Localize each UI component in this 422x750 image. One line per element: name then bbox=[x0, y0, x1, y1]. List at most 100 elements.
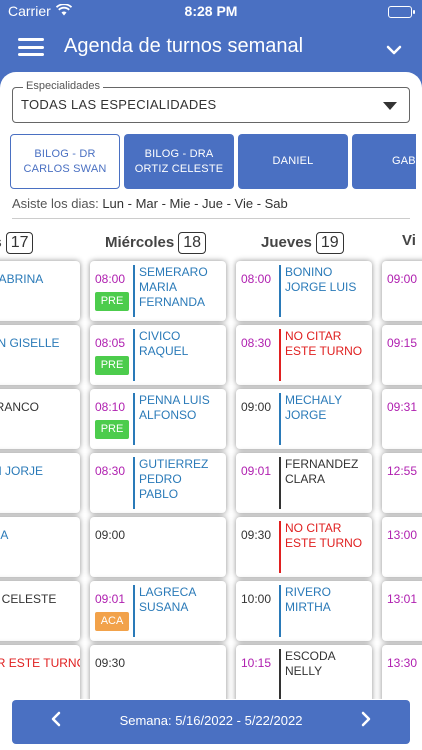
patient-name: NISI LEILA bbox=[0, 528, 9, 542]
appointment-slot[interactable]: 08:00 SEMERARO MARIA FERNANDA PRE bbox=[90, 261, 226, 321]
dropdown-arrow-icon bbox=[383, 102, 397, 110]
navigation-bar: Agenda de turnos semanal bbox=[0, 24, 422, 72]
day-header: Vi bbox=[402, 232, 416, 249]
appointment-slot[interactable]: 09:30 NO CITAR ESTE TURNO bbox=[236, 517, 372, 577]
slot-time: 09:00 bbox=[95, 528, 126, 542]
day-number-badge: 18 bbox=[178, 232, 206, 254]
slot-time: 09:01 bbox=[95, 592, 126, 606]
day-header: Jueves 19 bbox=[261, 232, 344, 254]
patient-name: CIVICO RAQUEL bbox=[139, 329, 189, 358]
appointment-slot[interactable]: SULLIVAN GISELLE bbox=[0, 325, 80, 385]
slot-divider bbox=[279, 649, 281, 699]
slot-divider bbox=[279, 393, 281, 445]
doctor-tabs: BILOG - DR CARLOS SWAN BILOG - DRA ORTIZ… bbox=[10, 134, 416, 190]
slot-divider bbox=[133, 265, 135, 317]
slot-time: 09:15 bbox=[387, 336, 418, 350]
patient-name: RIVERO MIRTHA bbox=[285, 585, 332, 614]
patient-name: LAGRECA SUSANA bbox=[139, 585, 196, 614]
appointment-slot[interactable]: 10:15 ESCODA NELLY bbox=[236, 645, 372, 699]
appointment-slot[interactable]: HANZER CELESTE bbox=[0, 581, 80, 641]
doctor-tab-carlos-swan[interactable]: BILOG - DR CARLOS SWAN bbox=[10, 134, 120, 189]
patient-name: ESCODA NELLY bbox=[285, 649, 336, 678]
slot-time: 13:01 bbox=[387, 592, 418, 606]
doctor-tab-label: DANIEL bbox=[272, 155, 314, 167]
appointment-slot[interactable]: RIZZO FRANCO bbox=[0, 389, 80, 449]
slot-time: 09:30 bbox=[95, 656, 126, 670]
appointment-slot[interactable]: 13:00 bbox=[382, 517, 422, 577]
appointment-slot[interactable]: 08:10 PENNA LUIS ALFONSO PRE bbox=[90, 389, 226, 449]
patient-name: HANZER CELESTE bbox=[0, 592, 57, 606]
doctor-tab-label: GAB bbox=[392, 155, 416, 167]
doctor-tab-gab[interactable]: GAB bbox=[352, 134, 416, 189]
slot-divider bbox=[279, 585, 281, 637]
appointment-slot[interactable]: 09:00 MECHALY JORGE bbox=[236, 389, 372, 449]
appointment-slot[interactable]: 09:15 bbox=[382, 325, 422, 385]
slot-time: 08:00 bbox=[241, 272, 272, 286]
slot-time: 09:00 bbox=[241, 400, 272, 414]
patient-name: NO CITAR ESTE TURNO bbox=[285, 329, 363, 358]
patient-name: GUTIERREZ PEDRO PABLO bbox=[139, 457, 209, 501]
slot-divider bbox=[279, 265, 281, 317]
slot-time: 09:00 bbox=[387, 272, 418, 286]
patient-name: FERNANDEZ CLARA bbox=[285, 457, 359, 486]
status-badge: PRE bbox=[95, 292, 129, 311]
status-badge: ACA bbox=[95, 612, 129, 631]
patient-name: MECHALY JORGE bbox=[285, 393, 342, 422]
clock: 8:28 PM bbox=[184, 3, 238, 19]
appointment-slot[interactable]: 08:30 NO CITAR ESTE TURNO bbox=[236, 325, 372, 385]
chevron-down-icon[interactable] bbox=[386, 39, 402, 60]
appointment-slot[interactable]: 09:30 bbox=[90, 645, 226, 699]
slot-time: 08:10 bbox=[95, 400, 126, 414]
appointment-slot[interactable]: 12:55 bbox=[382, 453, 422, 513]
slot-time: 10:15 bbox=[241, 656, 272, 670]
page-title: Agenda de turnos semanal bbox=[64, 35, 304, 57]
slot-time: 09:30 bbox=[241, 528, 272, 542]
appointment-slot[interactable]: 13:30 bbox=[382, 645, 422, 699]
doctor-tab-ortiz-celeste[interactable]: BILOG - DRA ORTIZ CELESTE bbox=[124, 134, 234, 189]
appointment-slot[interactable]: 09:00 bbox=[382, 261, 422, 321]
appointment-slot[interactable]: 09:00 bbox=[90, 517, 226, 577]
day-header: es17 bbox=[0, 232, 34, 254]
slot-divider bbox=[133, 585, 135, 637]
patient-name: PENNA LUIS ALFONSO bbox=[139, 393, 210, 422]
weekly-schedule-grid: es17 MATTA SABRINA SULLIVAN GISELLE RIZZO F… bbox=[0, 229, 422, 699]
status-bar: Carrier 8:28 PM bbox=[0, 0, 422, 24]
appointment-slot[interactable]: 09:31 bbox=[382, 389, 422, 449]
hamburger-menu-icon[interactable] bbox=[18, 38, 44, 56]
doctor-tab-daniel[interactable]: DANIEL bbox=[238, 134, 348, 189]
day-number-badge: 17 bbox=[5, 232, 34, 254]
slot-time: 09:01 bbox=[241, 464, 272, 478]
appointment-slot[interactable]: 08:30 GUTIERREZ PEDRO PABLO bbox=[90, 453, 226, 513]
attendance-label: Asiste los dias: bbox=[12, 196, 99, 211]
patient-name: SULLIVAN GISELLE bbox=[0, 336, 60, 350]
doctor-tab-label: BILOG - DRA ORTIZ CELESTE bbox=[134, 147, 224, 175]
patient-name: MATTA SABRINA bbox=[0, 272, 44, 286]
week-range-label: Semana: 5/16/2022 - 5/22/2022 bbox=[119, 713, 303, 728]
slot-time: 08:30 bbox=[95, 464, 126, 478]
slot-divider bbox=[279, 329, 281, 381]
week-navigator: Semana: 5/16/2022 - 5/22/2022 bbox=[12, 700, 410, 744]
next-week-icon[interactable] bbox=[360, 711, 372, 732]
slot-divider bbox=[133, 393, 135, 445]
content-panel: Especialidades TODAS LAS ESPECIALIDADES … bbox=[0, 72, 422, 750]
appointment-slot[interactable]: MATTA SABRINA bbox=[0, 261, 80, 321]
day-name: Vi bbox=[402, 232, 416, 249]
patient-name: NO CITAR ESTE TURNO bbox=[285, 521, 363, 550]
specialty-select[interactable]: Especialidades TODAS LAS ESPECIALIDADES bbox=[12, 80, 410, 123]
appointment-slot[interactable]: NO CITAR ESTE TURNO bbox=[0, 645, 80, 699]
slot-time: 09:31 bbox=[387, 400, 418, 414]
patient-name: BONINO JORGE LUIS bbox=[285, 265, 357, 294]
appointment-slot[interactable]: 10:00 RIVERO MIRTHA bbox=[236, 581, 372, 641]
appointment-slot[interactable]: 08:05 CIVICO RAQUEL PRE bbox=[90, 325, 226, 385]
appointment-slot[interactable]: 08:00 BONINO JORGE LUIS bbox=[236, 261, 372, 321]
appointment-slot[interactable]: 09:01 FERNANDEZ CLARA bbox=[236, 453, 372, 513]
appointment-slot[interactable]: 13:01 bbox=[382, 581, 422, 641]
specialty-legend: Especialidades bbox=[23, 80, 103, 92]
slot-time: 08:00 bbox=[95, 272, 126, 286]
appointment-slot[interactable]: 09:01 LAGRECA SUSANA ACA bbox=[90, 581, 226, 641]
appointment-slot[interactable]: MILICICH JORJE bbox=[0, 453, 80, 513]
slot-divider bbox=[279, 457, 281, 509]
specialty-value: TODAS LAS ESPECIALIDADES bbox=[21, 97, 217, 112]
appointment-slot[interactable]: NISI LEILA bbox=[0, 517, 80, 577]
day-name: Jueves bbox=[261, 234, 312, 251]
